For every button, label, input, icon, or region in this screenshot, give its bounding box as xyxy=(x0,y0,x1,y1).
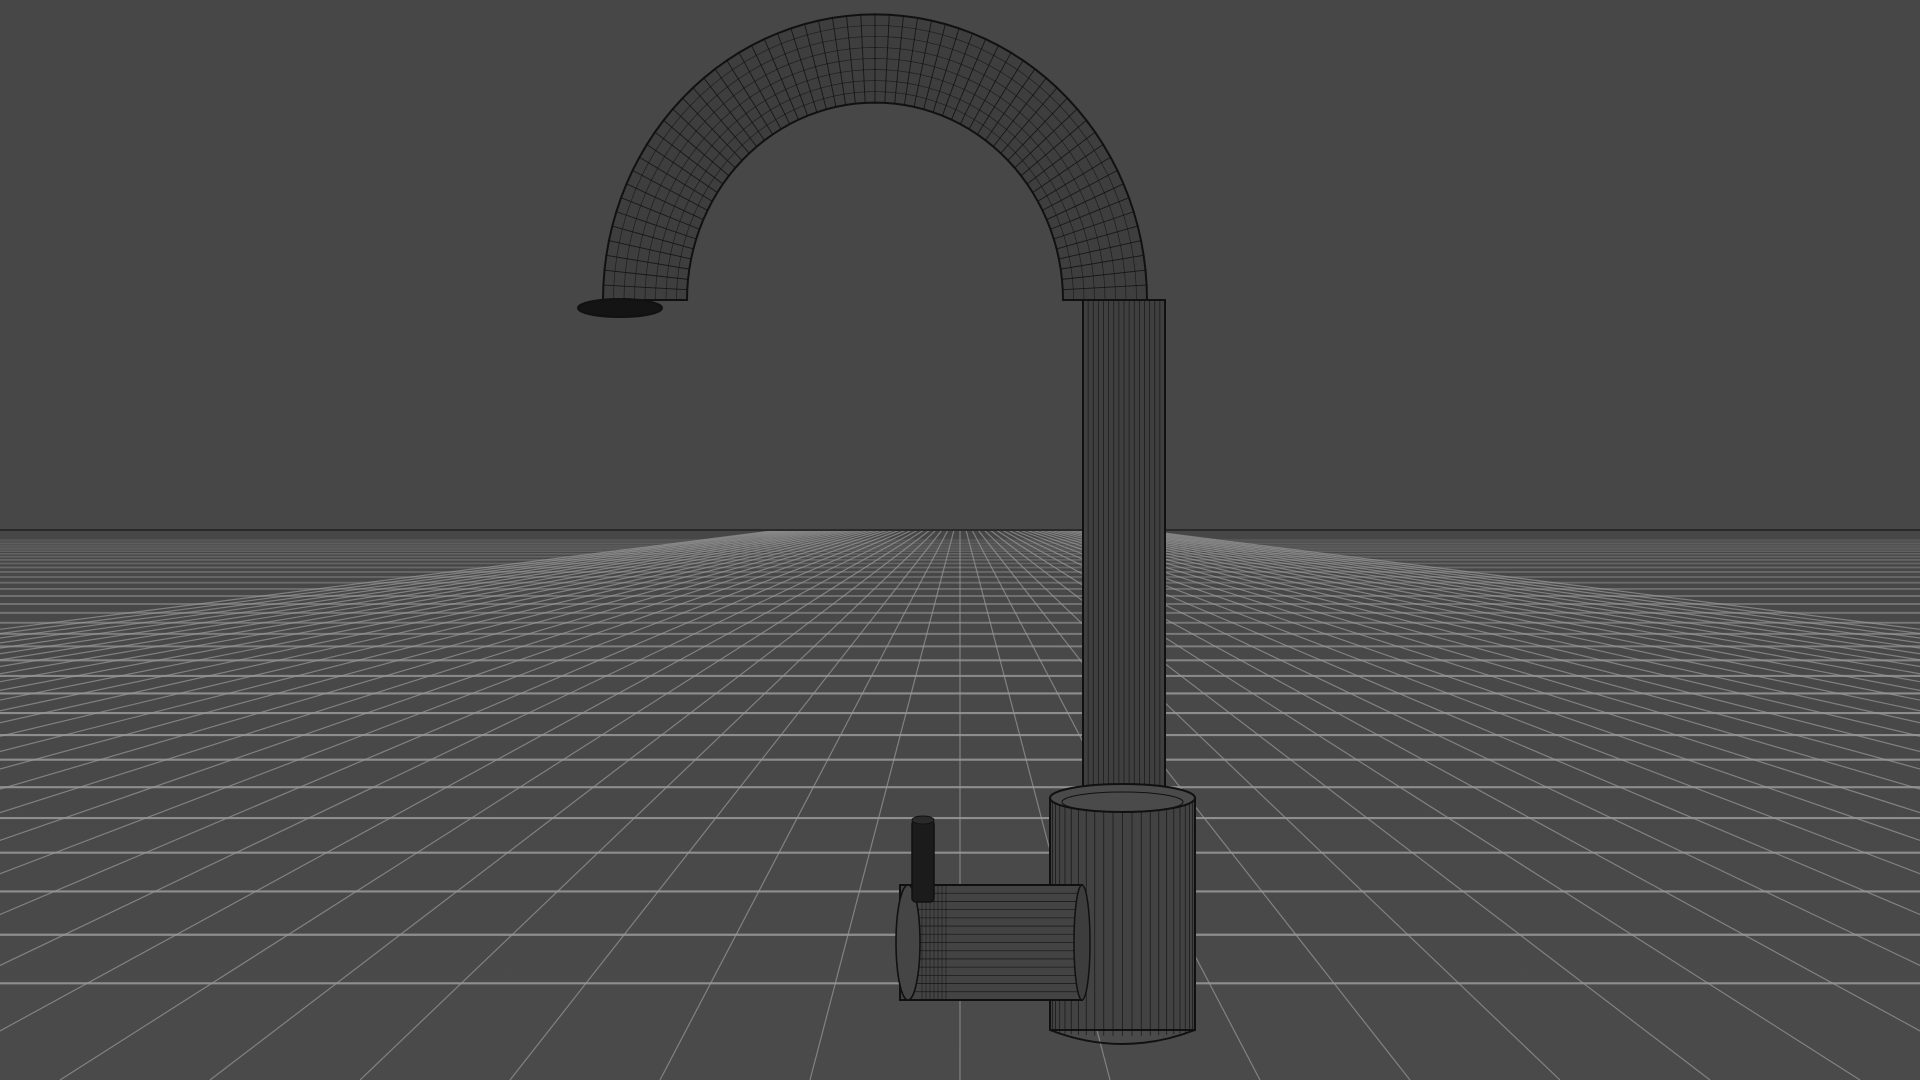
3d-viewport[interactable] xyxy=(0,0,1920,1080)
faucet-lever-handle[interactable] xyxy=(911,815,935,903)
viewport-scene[interactable] xyxy=(0,0,1920,1080)
